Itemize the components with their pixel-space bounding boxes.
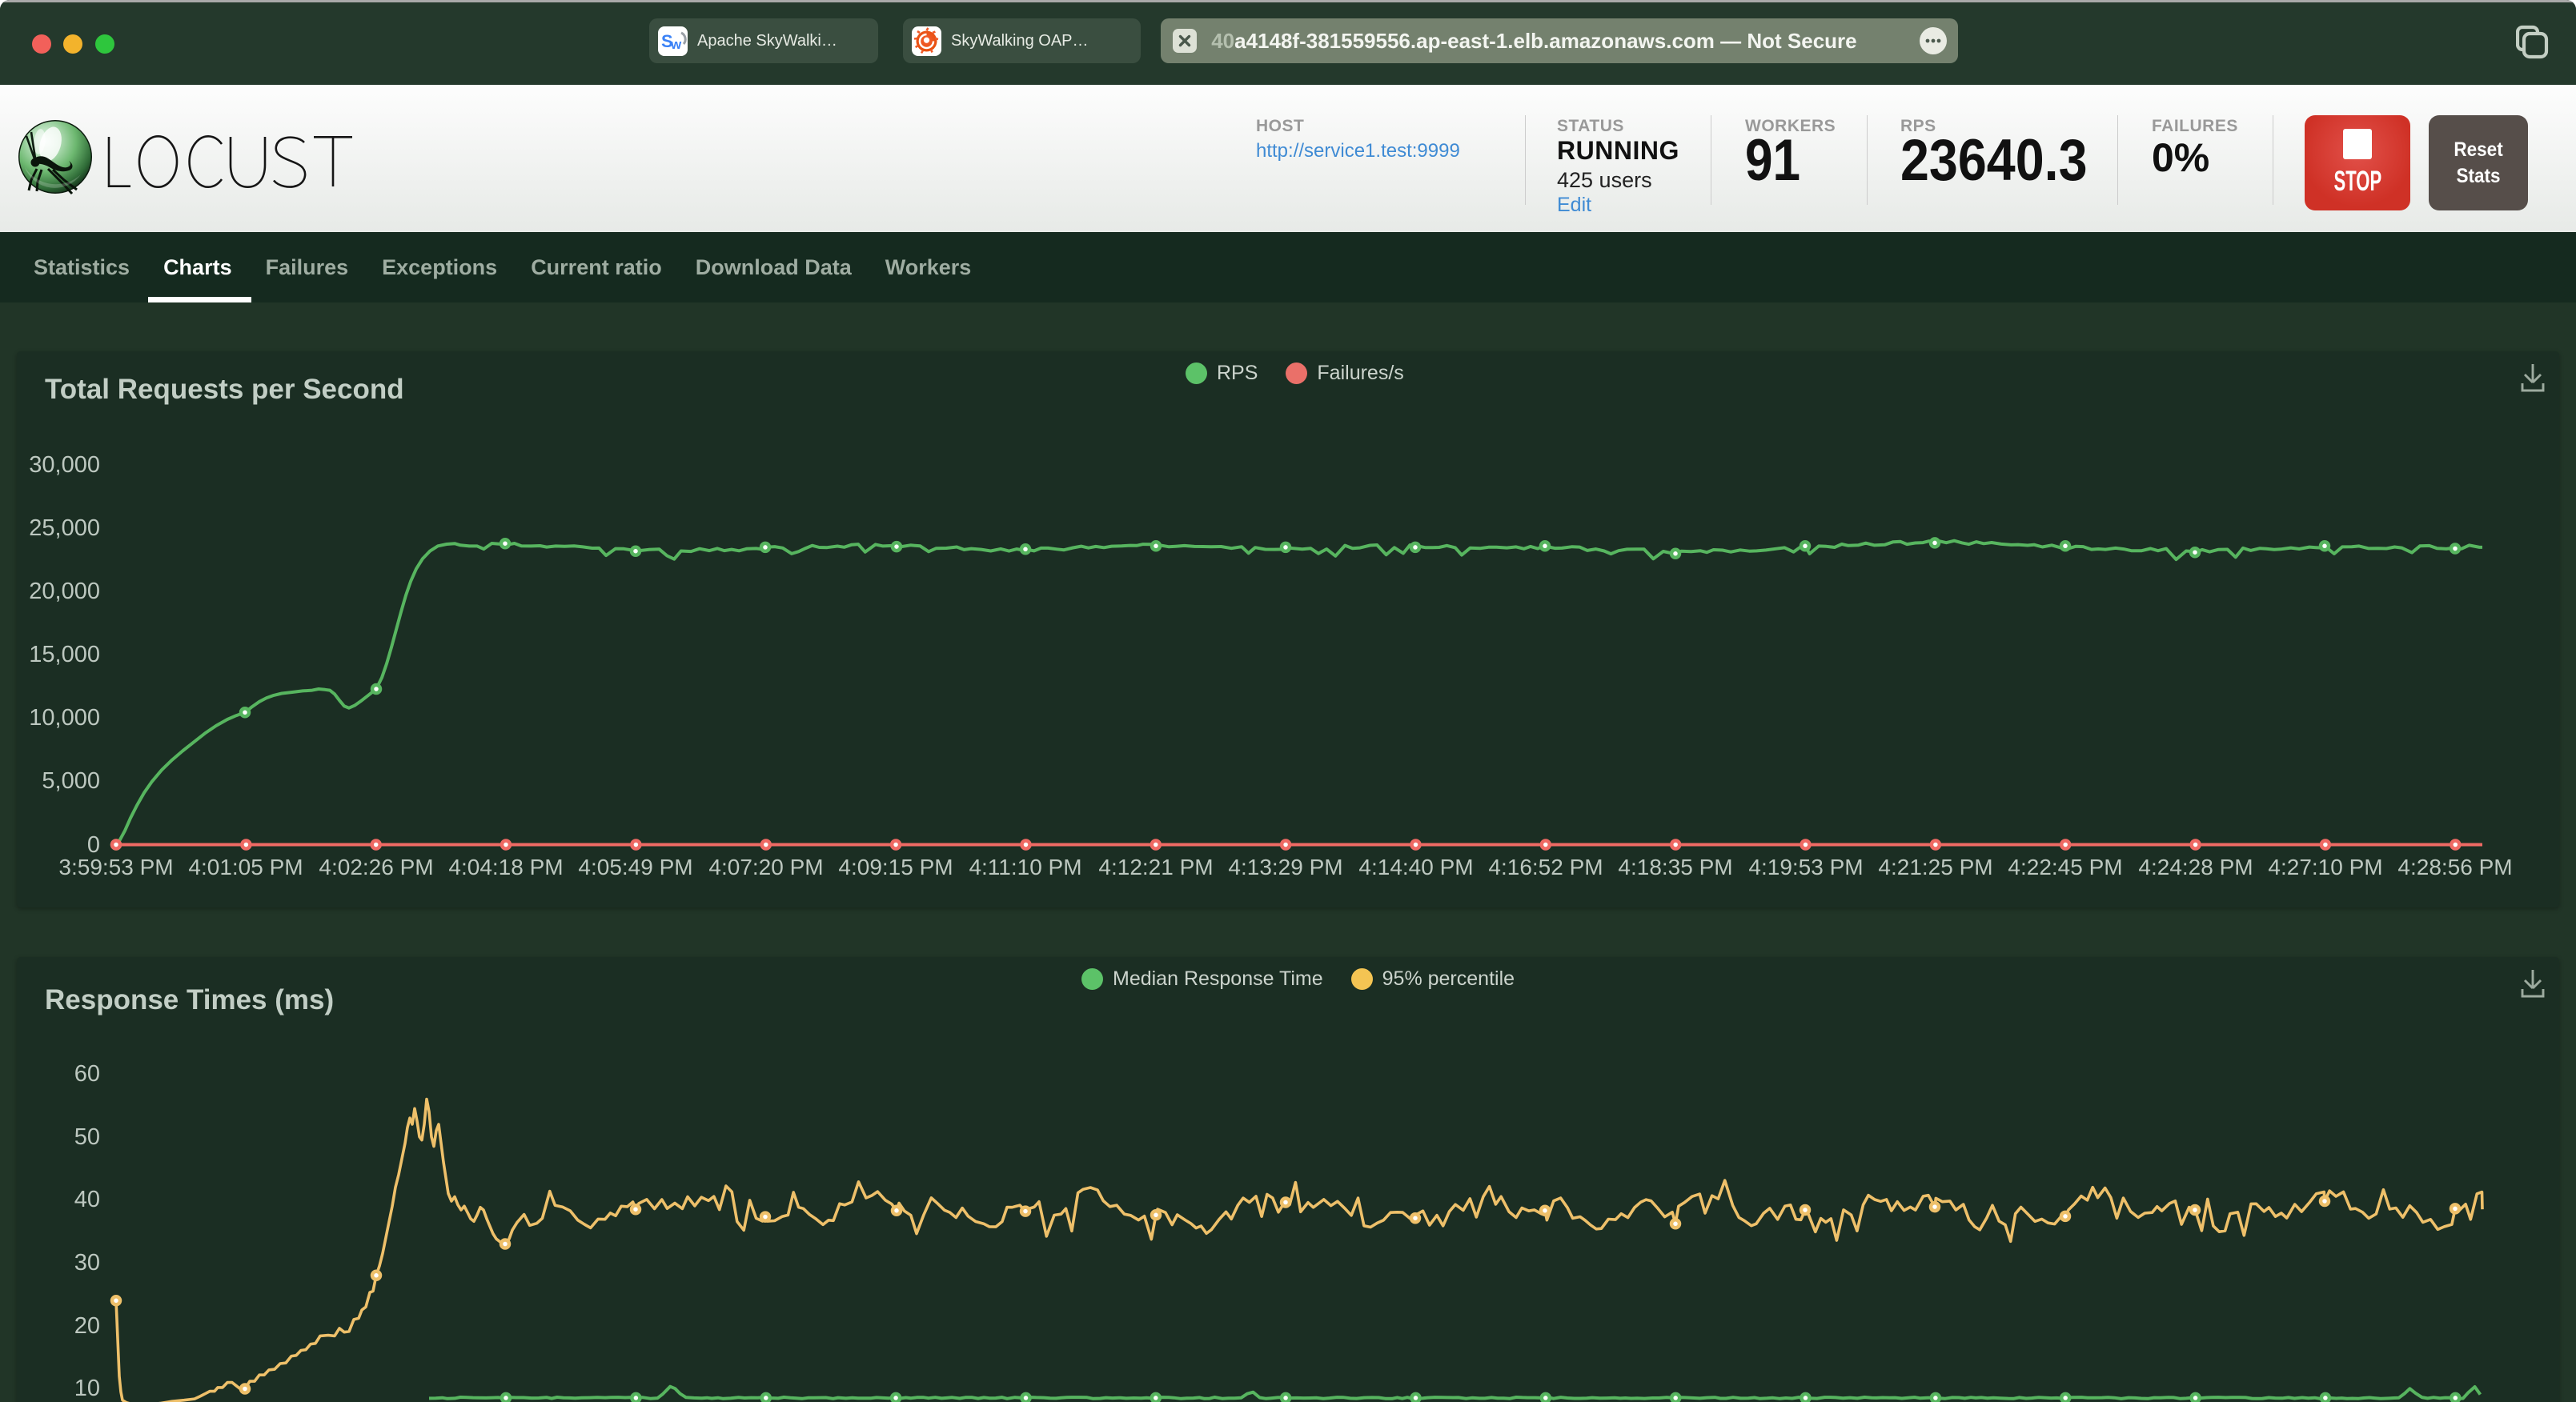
svg-text:w: w — [670, 37, 682, 52]
